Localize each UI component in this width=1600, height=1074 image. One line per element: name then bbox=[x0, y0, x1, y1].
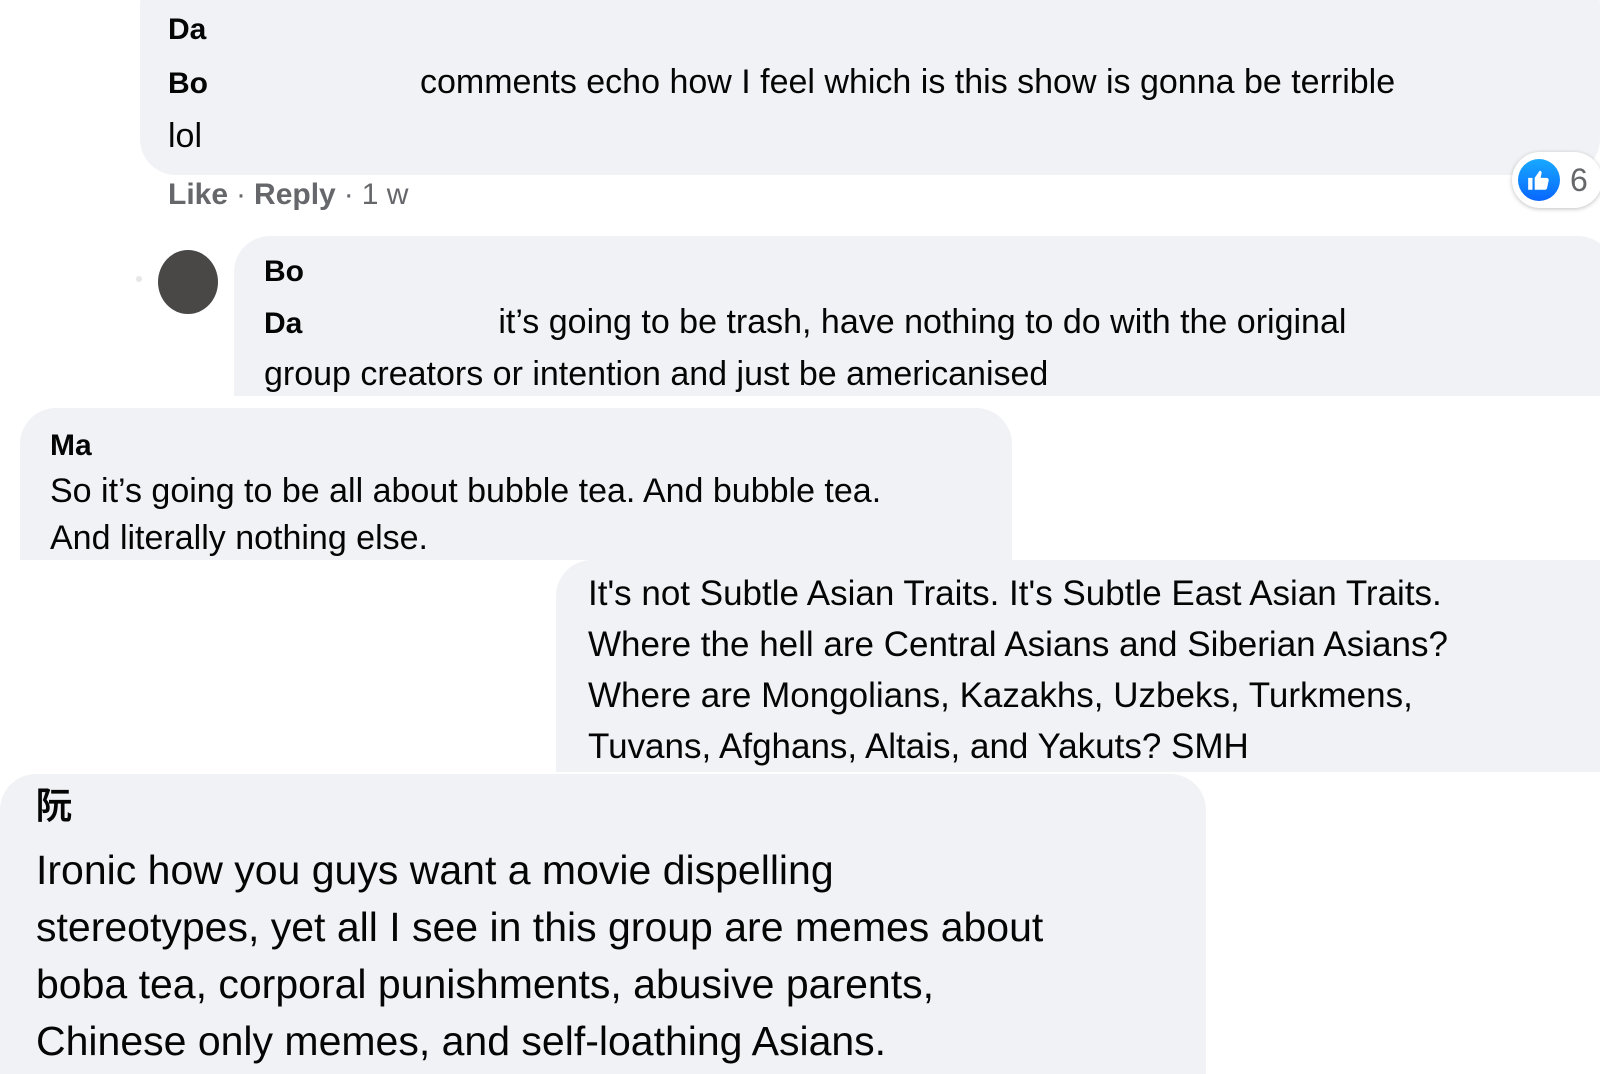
comment-text-4-line3: Where are Mongolians, Kazakhs, Uzbeks, T… bbox=[588, 676, 1413, 715]
separator-dot: · bbox=[343, 178, 354, 211]
comment-bubble-5: 阮 Ironic how you guys want a movie dispe… bbox=[0, 774, 1206, 1074]
thread-connector bbox=[136, 276, 142, 282]
comment-text-5-line4: Chinese only memes, and self-loathing As… bbox=[36, 1018, 887, 1064]
comment-bubble-1: Da Bo comments echo how I feel which is … bbox=[140, 0, 1600, 175]
comment-actions-1: Like · Reply · 1 w bbox=[168, 178, 408, 212]
thumbs-up-icon bbox=[1518, 159, 1560, 201]
comment-text-5-line2: stereotypes, yet all I see in this group… bbox=[36, 904, 1044, 950]
separator-dot: · bbox=[236, 178, 247, 211]
like-button[interactable]: Like bbox=[168, 178, 228, 212]
comment-text-5-line1: Ironic how you guys want a movie dispell… bbox=[36, 847, 834, 893]
comment-text-1-line2: lol bbox=[168, 117, 203, 155]
comment-text-1: comments echo how I feel which is this s… bbox=[420, 63, 1396, 101]
comment-text-4-line1: It's not Subtle Asian Traits. It's Subtl… bbox=[588, 574, 1442, 613]
comment-text-4-line2: Where the hell are Central Asians and Si… bbox=[588, 625, 1448, 664]
comment-text-2: it’s going to be trash, have nothing to … bbox=[498, 303, 1347, 341]
comment-bubble-3: Ma So it’s going to be all about bubble … bbox=[20, 408, 1012, 560]
comment-text-4-line4: Tuvans, Afghans, Altais, and Yakuts? SMH bbox=[588, 727, 1249, 766]
avatar[interactable] bbox=[158, 250, 218, 314]
reaction-count-badge[interactable]: 6 bbox=[1512, 152, 1600, 208]
tagged-user[interactable]: Da bbox=[264, 306, 302, 350]
comment-author-1a[interactable]: Da bbox=[168, 12, 1570, 58]
comment-author-1b[interactable]: Bo bbox=[168, 66, 208, 112]
comment-text-5-line3: boba tea, corporal punishments, abusive … bbox=[36, 961, 934, 1007]
comment-author-5[interactable]: 阮 bbox=[36, 782, 1186, 842]
comment-author-3[interactable]: Ma bbox=[50, 428, 982, 468]
comment-text-3-line1: So it’s going to be all about bubble tea… bbox=[50, 472, 882, 510]
comment-text-2-line2: group creators or intention and just be … bbox=[264, 355, 1049, 393]
comment-bubble-2: Bo Da it’s going to be trash, have nothi… bbox=[234, 236, 1600, 396]
comment-timestamp[interactable]: 1 w bbox=[362, 178, 409, 212]
reply-button[interactable]: Reply bbox=[254, 178, 336, 212]
reaction-count: 6 bbox=[1570, 161, 1588, 198]
comment-author-2[interactable]: Bo bbox=[264, 254, 1584, 298]
comment-bubble-4: It's not Subtle Asian Traits. It's Subtl… bbox=[556, 560, 1600, 772]
comment-text-3-line2: And literally nothing else. bbox=[50, 519, 429, 557]
